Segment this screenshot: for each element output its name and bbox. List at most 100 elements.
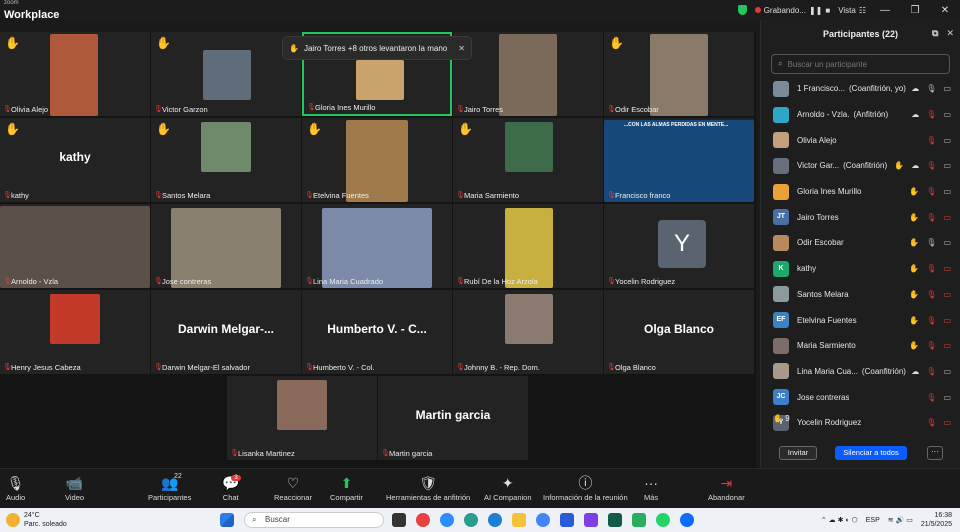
participant-tile[interactable]: ✋ 🎙 Olivia Alejo <box>0 32 150 116</box>
camera-icon[interactable]: ▭ <box>943 161 951 170</box>
app-icon[interactable] <box>608 513 622 527</box>
participant-tile[interactable]: ✋ 🎙 Victor Garzon <box>151 32 301 116</box>
app-icon[interactable] <box>392 513 406 527</box>
participant-tile[interactable]: 🎙 Arnoldo - Vzla <box>0 204 150 288</box>
camera-off-icon[interactable]: ▭ <box>943 341 951 350</box>
participant-tile[interactable]: ✋ 🎙 Maria Sarmiento <box>453 118 603 202</box>
invite-button[interactable]: Invitar <box>779 446 817 460</box>
participant-tile[interactable]: 🎙 Johnny B. - Rep. Dom. <box>453 290 603 374</box>
mic-icon[interactable]: 🎙 <box>926 238 936 247</box>
ai-companion-button[interactable]: ✦ AI Companion <box>484 473 532 502</box>
weather-widget[interactable]: 24°C Parc. soleado <box>24 511 67 529</box>
participant-tile[interactable]: Martin garcia 🎙 Martin garcia <box>378 376 528 460</box>
participant-row[interactable]: Gloria Ines Murillo ✋ 🎙 ▭ <box>761 179 960 205</box>
camera-off-icon[interactable]: ▭ <box>943 316 951 325</box>
participant-row[interactable]: Santos Melara ✋ 🎙 ▭ <box>761 282 960 308</box>
participant-row[interactable]: 1 Francisco... (Coanfitrión, yo) ☁ 🎙 ▭ <box>761 76 960 102</box>
system-tray[interactable]: ⌃ ☁ ✱ ◐ ⬡ ESP ≋ 🔊 ▭ 16:38 21/5/2025 <box>821 511 952 529</box>
file-explorer-icon[interactable] <box>512 513 526 527</box>
participant-row[interactable]: Maria Sarmiento ✋ 🎙 ▭ <box>761 333 960 359</box>
close-window-button[interactable]: ✕ <box>930 5 960 16</box>
participant-tile[interactable]: 🎙 Henry Jesus Cabeza <box>0 290 150 374</box>
close-panel-icon[interactable]: ✕ <box>946 28 954 39</box>
edge-icon[interactable] <box>488 513 502 527</box>
camera-off-icon[interactable]: ▭ <box>943 213 951 222</box>
participant-tile[interactable]: ✋ 🎙 Santos Melara <box>151 118 301 202</box>
close-icon[interactable]: ✕ <box>458 44 465 53</box>
participant-tile[interactable]: ...CON LAS ALMAS PERDIDAS EN MENTE... 🎙 Fr… <box>604 118 754 202</box>
participant-tile[interactable]: 🎙 Jose contreras <box>151 204 301 288</box>
react-button[interactable]: ♡ Reaccionar <box>274 473 312 502</box>
participant-tile[interactable]: kathy ✋ 🎙 kathy <box>0 118 150 202</box>
app-icon[interactable] <box>464 513 478 527</box>
more-button[interactable]: ··· Más <box>644 473 658 502</box>
participant-row[interactable]: Victor Gar... (Coanfitrión) ✋ ☁ 🎙 ▭ <box>761 153 960 179</box>
mic-muted-icon[interactable]: 🎙 <box>926 341 936 350</box>
camera-icon[interactable]: ▭ <box>943 367 951 376</box>
participant-tile[interactable]: 🎙 Lisanka Martinez <box>227 376 377 460</box>
popout-icon[interactable]: ⧉ <box>932 28 938 39</box>
app-icon[interactable] <box>680 513 694 527</box>
participant-row[interactable]: Kkathy ✋ 🎙 ▭ <box>761 256 960 282</box>
participants-button[interactable]: 👥 22 Participantes <box>148 473 191 502</box>
participant-row[interactable]: Odir Escobar ✋ 🎙 ▭ <box>761 230 960 256</box>
more-options-button[interactable]: ··· <box>927 446 943 460</box>
mute-all-button[interactable]: Silenciar a todos <box>835 446 907 460</box>
participant-row[interactable]: EF Etelvina Fuentes ✋ 🎙 ▭ <box>761 307 960 333</box>
language-indicator[interactable]: ESP <box>866 516 880 525</box>
camera-icon[interactable]: ▭ <box>943 238 951 247</box>
raised-hands-notification[interactable]: ✋ Jairo Torres +8 otros levantaron la ma… <box>282 36 472 60</box>
chat-button[interactable]: 💬 3 Chat <box>222 473 241 502</box>
camera-icon[interactable]: ▭ <box>943 136 951 145</box>
share-button[interactable]: ⬆ Compartir <box>330 473 363 502</box>
app-icon[interactable] <box>584 513 598 527</box>
leave-button[interactable]: ⇥ Abandonar <box>708 473 745 502</box>
camera-icon[interactable]: ▭ <box>943 393 951 402</box>
camera-off-icon[interactable]: ▭ <box>943 264 951 273</box>
meeting-info-button[interactable]: ⓘ Información de la reunión <box>543 473 628 502</box>
participant-tile[interactable]: 🎙 Lina Maria Cuadrado <box>302 204 452 288</box>
camera-icon[interactable]: ▭ <box>943 187 951 196</box>
participant-row[interactable]: JC Jose contreras 🎙 ▭ <box>761 384 960 410</box>
mic-muted-icon[interactable]: 🎙 <box>926 136 936 145</box>
security-shield-icon[interactable] <box>737 5 747 15</box>
chrome-icon[interactable] <box>536 513 550 527</box>
search-input[interactable] <box>787 59 938 69</box>
mic-muted-icon[interactable]: 🎙 <box>926 213 936 222</box>
view-menu[interactable]: Vista ☷ <box>838 6 866 15</box>
app-icon[interactable] <box>632 513 646 527</box>
participant-row[interactable]: JT Jairo Torres ✋ 🎙 ▭ <box>761 204 960 230</box>
mic-muted-icon[interactable]: 🎙 <box>926 367 936 376</box>
restore-button[interactable]: ❐ <box>900 5 930 16</box>
mic-muted-icon[interactable]: 🎙 <box>926 316 936 325</box>
participant-tile[interactable]: Humberto V. - C... 🎙 Humberto V. - Col. <box>302 290 452 374</box>
start-icon[interactable] <box>220 513 234 527</box>
zoom-app-icon[interactable] <box>440 513 454 527</box>
mic-muted-icon[interactable]: 🎙 <box>926 290 936 299</box>
audio-button[interactable]: 🎙 Audio <box>6 473 25 502</box>
mic-muted-icon[interactable]: 🎙 <box>926 187 936 196</box>
participant-row[interactable]: Olivia Alejo 🎙 ▭ <box>761 127 960 153</box>
camera-off-icon[interactable]: ▭ <box>943 290 951 299</box>
mic-muted-icon[interactable]: 🎙 <box>926 393 936 402</box>
camera-icon[interactable]: ▭ <box>943 84 951 93</box>
mic-muted-icon[interactable]: 🎙 <box>926 110 936 119</box>
whatsapp-icon[interactable] <box>656 513 670 527</box>
mic-muted-icon[interactable]: 🎙 <box>926 161 936 170</box>
participant-tile[interactable]: ✋ 🎙 Odir Escobar <box>604 32 754 116</box>
participant-tile[interactable]: ✋ 🎙 Etelvina Fuentes <box>302 118 452 202</box>
recording-indicator[interactable]: Grabando... ❚❚ ■ <box>754 6 830 15</box>
participant-row[interactable]: Arnoldo - Vzla. (Anfitrión) ☁ 🎙 ▭ <box>761 102 960 128</box>
opera-icon[interactable] <box>416 513 430 527</box>
mic-muted-icon[interactable]: 🎙 <box>926 264 936 273</box>
mic-icon[interactable]: 🎙 <box>926 84 936 93</box>
video-button[interactable]: 📹 Video <box>65 473 84 502</box>
participant-tile[interactable]: 🎙 Rubí De la Hoz Arzola <box>453 204 603 288</box>
participant-row[interactable]: Lina Maria Cua... (Coanfitrión) ☁ 🎙 ▭ <box>761 359 960 385</box>
participant-tile[interactable]: Darwin Melgar-... 🎙 Darwin Melgar-El salva… <box>151 290 301 374</box>
minimize-button[interactable]: — <box>870 5 900 16</box>
host-tools-button[interactable]: 🛡 Herramientas de anfitrión <box>386 473 470 502</box>
store-icon[interactable] <box>560 513 574 527</box>
participant-tile[interactable]: Olga Blanco 🎙 Olga Blanco <box>604 290 754 374</box>
camera-icon[interactable]: ▭ <box>943 110 951 119</box>
